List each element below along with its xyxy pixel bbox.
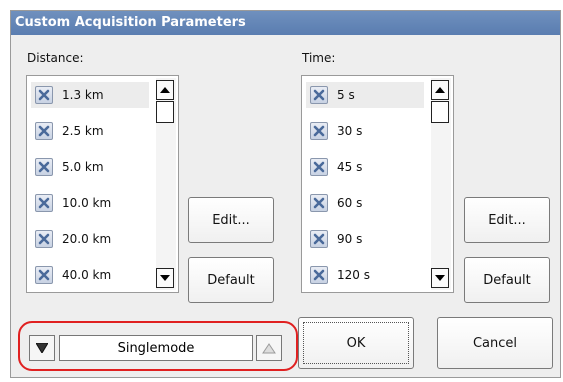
- x-check-icon[interactable]: [310, 158, 328, 176]
- time-scrollbar[interactable]: [431, 78, 451, 290]
- distance-scrollbar[interactable]: [156, 78, 176, 290]
- time-label: Time:: [302, 51, 336, 65]
- distance-scroll-thumb[interactable]: [156, 101, 174, 123]
- distance-item-label: 1.3 km: [62, 88, 104, 102]
- time-item-label: 30 s: [337, 124, 363, 138]
- time-item-5[interactable]: 120 s: [306, 262, 424, 288]
- time-item-label: 45 s: [337, 160, 363, 174]
- x-check-icon[interactable]: [35, 158, 53, 176]
- distance-item-label: 20.0 km: [62, 232, 112, 246]
- distance-label: Distance:: [27, 51, 84, 65]
- x-check-icon[interactable]: [310, 230, 328, 248]
- time-item-1[interactable]: 30 s: [306, 118, 424, 144]
- time-item-4[interactable]: 90 s: [306, 226, 424, 252]
- ok-button[interactable]: OK: [298, 317, 414, 369]
- arrow-down-icon[interactable]: [431, 268, 449, 288]
- time-item-label: 120 s: [337, 268, 370, 282]
- time-list[interactable]: 5 s 30 s 45 s 60 s 90 s 120 s: [301, 75, 454, 293]
- time-edit-button[interactable]: Edit...: [464, 197, 550, 243]
- distance-item-2[interactable]: 5.0 km: [31, 154, 149, 180]
- mode-value: Singlemode: [59, 335, 253, 361]
- distance-item-label: 5.0 km: [62, 160, 104, 174]
- time-scroll-thumb[interactable]: [431, 101, 449, 123]
- distance-item-1[interactable]: 2.5 km: [31, 118, 149, 144]
- distance-edit-button[interactable]: Edit...: [188, 197, 274, 243]
- triangle-up-icon[interactable]: [256, 335, 282, 361]
- distance-item-label: 10.0 km: [62, 196, 112, 210]
- arrow-down-icon[interactable]: [156, 268, 174, 288]
- distance-item-label: 2.5 km: [62, 124, 104, 138]
- custom-acquisition-dialog: Custom Acquisition Parameters Distance: …: [10, 10, 561, 378]
- time-default-button[interactable]: Default: [464, 257, 550, 303]
- mode-selector-highlight: Singlemode: [18, 321, 298, 371]
- distance-item-label: 40.0 km: [62, 268, 112, 282]
- time-item-label: 60 s: [337, 196, 363, 210]
- x-check-icon[interactable]: [35, 86, 53, 104]
- arrow-up-icon[interactable]: [431, 80, 449, 100]
- distance-list[interactable]: 1.3 km 2.5 km 5.0 km 10.0 km 20.0 km 40.…: [26, 75, 179, 293]
- arrow-up-icon[interactable]: [156, 80, 174, 100]
- x-check-icon[interactable]: [35, 194, 53, 212]
- x-check-icon[interactable]: [310, 86, 328, 104]
- time-item-0[interactable]: 5 s: [306, 82, 424, 108]
- x-check-icon[interactable]: [35, 266, 53, 284]
- x-check-icon[interactable]: [310, 122, 328, 140]
- x-check-icon[interactable]: [310, 194, 328, 212]
- time-item-label: 90 s: [337, 232, 363, 246]
- time-item-label: 5 s: [337, 88, 355, 102]
- x-check-icon[interactable]: [35, 230, 53, 248]
- distance-item-4[interactable]: 20.0 km: [31, 226, 149, 252]
- distance-item-0[interactable]: 1.3 km: [31, 82, 149, 108]
- time-item-2[interactable]: 45 s: [306, 154, 424, 180]
- triangle-down-icon[interactable]: [29, 335, 55, 361]
- x-check-icon[interactable]: [310, 266, 328, 284]
- cancel-button[interactable]: Cancel: [437, 317, 553, 369]
- dialog-title: Custom Acquisition Parameters: [11, 11, 560, 35]
- distance-item-5[interactable]: 40.0 km: [31, 262, 149, 288]
- x-check-icon[interactable]: [35, 122, 53, 140]
- time-item-3[interactable]: 60 s: [306, 190, 424, 216]
- distance-default-button[interactable]: Default: [188, 257, 274, 303]
- distance-item-3[interactable]: 10.0 km: [31, 190, 149, 216]
